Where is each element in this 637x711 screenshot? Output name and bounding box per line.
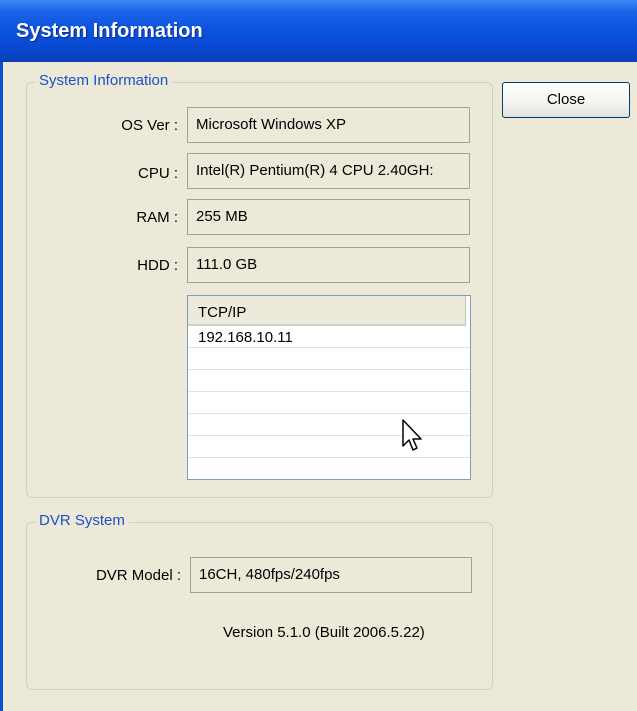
- window-title: System Information: [16, 20, 203, 42]
- arrow-cursor-icon: [402, 419, 422, 451]
- title-bar[interactable]: System Information: [0, 0, 637, 62]
- version-text: Version 5.1.0 (Built 2006.5.22): [223, 624, 425, 641]
- hdd-label: HDD :: [137, 257, 178, 274]
- dvr-system-legend: DVR System: [35, 512, 129, 529]
- system-information-dialog: System Information System Information OS…: [0, 0, 637, 711]
- tcpip-column-header[interactable]: TCP/IP: [188, 296, 466, 326]
- dvr-system-group: DVR System: [26, 512, 493, 690]
- close-button[interactable]: Close: [502, 82, 630, 118]
- list-item[interactable]: [188, 370, 470, 392]
- list-item[interactable]: [188, 348, 470, 370]
- dvr-model-field: 16CH, 480fps/240fps: [190, 557, 472, 593]
- list-item[interactable]: [188, 436, 470, 458]
- list-item[interactable]: 192.168.10.11: [188, 326, 470, 348]
- os-version-field: Microsoft Windows XP: [187, 107, 470, 143]
- cpu-field: Intel(R) Pentium(R) 4 CPU 2.40GH:: [187, 153, 470, 189]
- cpu-label: CPU :: [137, 165, 178, 182]
- dvr-model-label: DVR Model :: [95, 567, 181, 584]
- ram-label: RAM :: [136, 209, 178, 226]
- list-item[interactable]: [188, 458, 470, 479]
- tcpip-list[interactable]: TCP/IP 192.168.10.11: [187, 295, 471, 480]
- system-information-legend: System Information: [35, 72, 173, 89]
- hdd-field: 111.0 GB: [187, 247, 470, 283]
- list-item[interactable]: [188, 392, 470, 414]
- os-version-label: OS Ver :: [121, 117, 178, 134]
- list-item[interactable]: [188, 414, 470, 436]
- ram-field: 255 MB: [187, 199, 470, 235]
